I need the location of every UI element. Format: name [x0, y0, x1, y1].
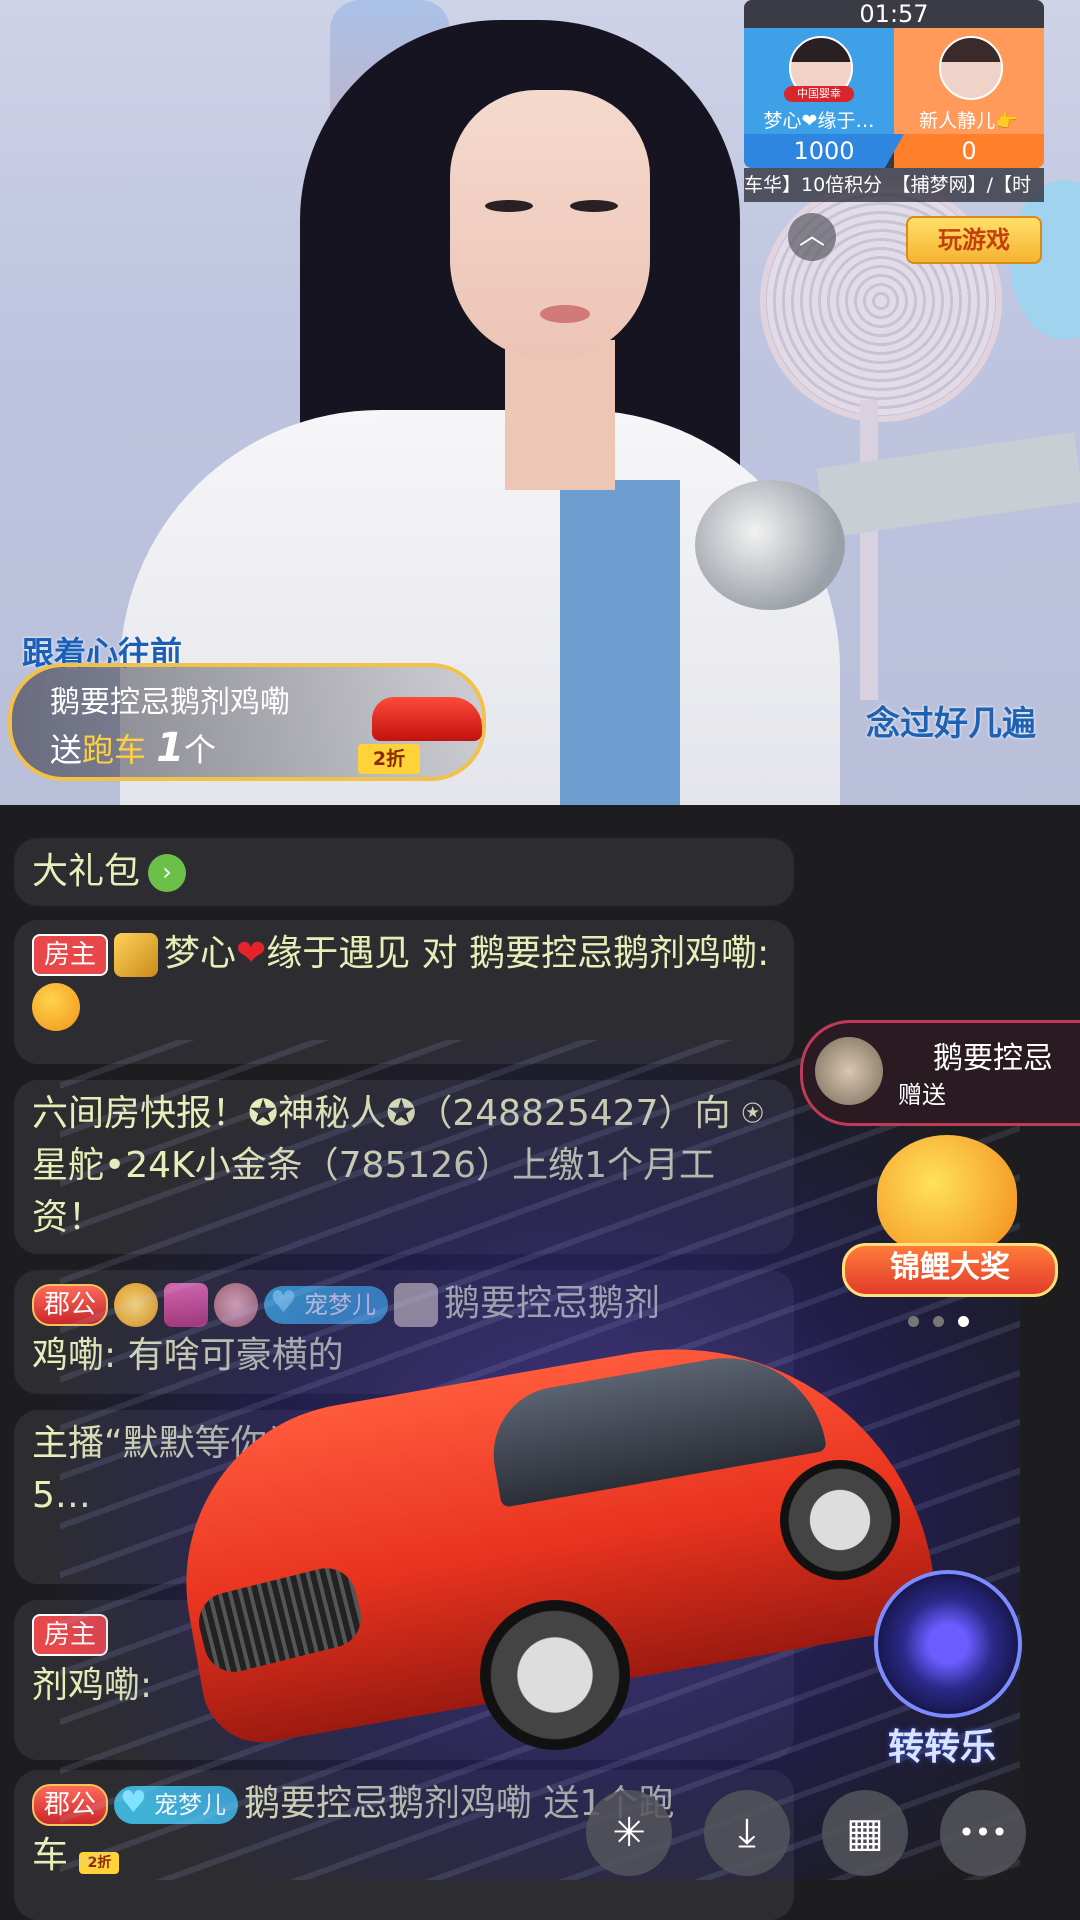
apps-button[interactable]: ▦ — [822, 1790, 908, 1876]
spin-wheel-label: 转转乐 — [887, 1727, 996, 1768]
host-tag: 房主 — [32, 934, 109, 976]
streamer-lips — [540, 305, 590, 323]
carousel-dot[interactable] — [933, 1316, 944, 1327]
gift-banner-line: 送跑车 1个 — [50, 725, 216, 771]
announcement-marquee[interactable]: 车华】10倍积分 【捕梦网】/【时 — [744, 168, 1044, 202]
chat-message[interactable]: 郡公 ♥ 宠梦儿 鹅要控忌鹅剂鸡嘞: 有啥可豪横的 — [14, 1270, 794, 1394]
fan-club-badge[interactable]: ♥ 宠梦儿 — [264, 1285, 389, 1324]
heart-icon: ❤ — [236, 933, 267, 974]
pk-left-side[interactable]: 中国婴幸 梦心❤缘于… — [744, 28, 894, 138]
more-button[interactable]: ••• — [940, 1790, 1026, 1876]
chat-sender[interactable]: 梦心 — [164, 933, 236, 974]
chevron-up-icon: ︿ — [798, 221, 825, 251]
chat-sender-suffix[interactable]: 缘于遇见 — [266, 933, 410, 974]
chat-message-text-cont: 车 — [32, 1835, 69, 1876]
save-button[interactable]: ⤓ — [704, 1790, 790, 1876]
koi-prize-label: 锦鲤大奖 — [842, 1243, 1058, 1297]
wings-badge-icon — [214, 1283, 259, 1327]
koi-fish-icon — [877, 1135, 1017, 1255]
chat-message[interactable]: 房主 梦心❤缘于遇见 对 鹅要控忌鹅剂鸡嘞: — [14, 920, 794, 1064]
pk-right-avatar[interactable] — [939, 36, 1003, 100]
fan-badge-label: 宠梦儿 — [304, 1291, 377, 1319]
chat-message[interactable]: 主播“默默等你丫！”房间触发欢乐时刻概率翻5… — [14, 1410, 794, 1584]
streamer-neck — [505, 340, 615, 490]
grid-icon: ▦ — [846, 1810, 884, 1856]
spin-wheel-button[interactable]: 转转乐 — [862, 1570, 1022, 1768]
chat-message-text: 鸡嘞: 有啥可豪横的 — [32, 1335, 344, 1376]
fan-club-badge[interactable]: ♥ 宠梦儿 — [114, 1785, 239, 1824]
more-dots-icon: ••• — [958, 1816, 1008, 1849]
gift-banner-count: 1 — [156, 725, 185, 771]
gift-notice-action: 赠送 — [898, 1081, 946, 1109]
gift-banner-unit: 个 — [184, 731, 217, 769]
streamer-shirt — [560, 480, 680, 805]
effects-button[interactable]: ✳ — [586, 1790, 672, 1876]
star-level-badge-icon — [114, 1283, 159, 1327]
gift-banner-send-word: 送 — [50, 731, 83, 769]
play-game-button[interactable]: 玩游戏 — [906, 216, 1042, 264]
treasure-badge-icon — [164, 1283, 209, 1327]
host-tag: 房主 — [32, 1614, 109, 1656]
download-icon: ⤓ — [738, 1810, 756, 1856]
user-photo-badge-icon — [394, 1283, 439, 1327]
chat-message[interactable]: 六间房快报！✪神秘人✪（248825427）向 ⍟星舵•24K小金条（78512… — [14, 1080, 794, 1254]
koi-prize-button[interactable]: 锦鲤大奖 — [842, 1125, 1058, 1297]
gold-bar-badge-icon — [114, 933, 159, 977]
gift-banner-sender: 鹅要控忌鹅剂鸡嘞 — [50, 685, 290, 720]
pk-left-name: 梦心❤缘于… — [763, 110, 875, 132]
chat-message[interactable]: 大礼包 › — [14, 838, 794, 906]
pk-battle-widget[interactable]: 01:57 中国婴幸 梦心❤缘于… 新人静儿👉 0 1000 — [744, 0, 1044, 168]
system-announcement: 六间房快报！✪神秘人✪（248825427）向 ⍟星舵•24K小金条（78512… — [32, 1093, 764, 1238]
chat-message[interactable]: 郡公 ♥ 宠梦儿 鹅要控忌鹅剂鸡嘞 送1个跑车 2折 — [14, 1770, 794, 1920]
carousel-dot-active[interactable] — [958, 1316, 969, 1327]
collapse-button[interactable]: ︿ — [788, 213, 836, 261]
spin-orb-icon — [874, 1570, 1022, 1718]
streamer-eye-right — [570, 200, 618, 212]
pk-left-score: 1000 — [744, 134, 904, 168]
carousel-dots[interactable] — [908, 1312, 983, 1331]
duke-tag: 郡公 — [32, 1284, 109, 1326]
sports-car-icon — [372, 697, 482, 741]
fan-stand — [860, 400, 878, 700]
pk-score-bar: 0 1000 — [744, 134, 1044, 168]
arrow-right-icon[interactable]: › — [148, 854, 187, 892]
fan-badge-label: 宠梦儿 — [154, 1791, 227, 1819]
duke-tag: 郡公 — [32, 1784, 109, 1826]
chat-message[interactable]: 房主剂鸡嘞: — [14, 1600, 794, 1760]
pk-timer: 01:57 — [744, 0, 1044, 28]
carousel-dot[interactable] — [908, 1316, 919, 1327]
lyric-caption-right: 念过好几遍 — [866, 704, 1036, 744]
gift-banner-gift-name: 跑车 — [82, 731, 147, 769]
gift-notice-name: 鹅要控忌 — [933, 1041, 1053, 1076]
chat-sender[interactable]: 鹅要控忌鹅剂 — [444, 1283, 660, 1324]
mic-arm — [816, 432, 1080, 538]
fan-heart-icon: ♥ — [270, 1285, 297, 1320]
pk-left-tag: 中国婴幸 — [784, 86, 854, 102]
gift-discount-badge: 2折 — [79, 1852, 120, 1874]
cat-avatar[interactable] — [815, 1037, 883, 1105]
pk-right-name: 新人静儿👉 — [919, 110, 1019, 132]
chat-message-text: 大礼包 — [32, 851, 141, 892]
gift-discount-badge: 2折 — [358, 744, 420, 774]
praying-emoji-icon — [32, 983, 80, 1031]
chat-to-word: 对 — [410, 933, 470, 974]
sparkle-icon: ✳ — [612, 1810, 646, 1856]
pk-right-side[interactable]: 新人静儿👉 — [894, 28, 1044, 138]
chat-message-text: 剂鸡嘞: — [32, 1665, 153, 1706]
live-video[interactable]: 01:57 中国婴幸 梦心❤缘于… 新人静儿👉 0 1000 车华】10倍积分 … — [0, 0, 1080, 805]
fan-heart-icon: ♥ — [120, 1785, 147, 1820]
chat-target[interactable]: 鹅要控忌鹅剂鸡嘞: — [469, 933, 769, 974]
system-announcement: 主播“默默等你丫！”房间触发欢乐时刻概率翻5… — [32, 1423, 754, 1516]
streamer-eye-left — [485, 200, 533, 212]
microphone — [695, 480, 845, 610]
pk-right-score: 0 — [894, 134, 1044, 168]
gift-notice[interactable]: 鹅要控忌 赠送 — [800, 1020, 1080, 1126]
